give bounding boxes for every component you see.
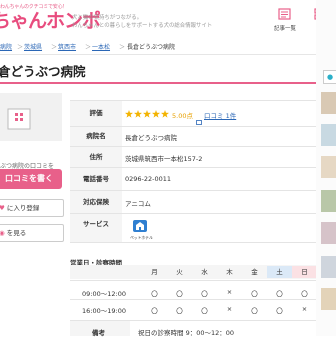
- insurance-label: 対応保険: [70, 191, 122, 213]
- name-label: 病院名: [70, 127, 122, 146]
- day-header: 水: [201, 268, 208, 276]
- hospital-name: 長倉どうぶつ病院: [125, 134, 177, 142]
- rail-article-thumbnail[interactable]: [321, 222, 336, 244]
- breadcrumb-separator: ＞: [119, 44, 126, 51]
- write-review-button[interactable]: 口コミを書く: [0, 169, 62, 189]
- article-list-icon: [278, 8, 291, 20]
- day-header: 月: [151, 268, 158, 276]
- pet-hotel-service: ペットホテル: [130, 217, 153, 240]
- rail-article-thumbnail[interactable]: [321, 124, 336, 146]
- hours-mark: ×: [226, 305, 233, 313]
- star-icon: [143, 110, 151, 118]
- title-underline: [0, 82, 316, 84]
- table-divider: [70, 299, 316, 300]
- hours-mark: 〇: [201, 290, 208, 298]
- day-header: 火: [176, 268, 183, 276]
- rail-article-thumbnail[interactable]: [321, 256, 336, 278]
- hours-mark: ×: [301, 305, 308, 313]
- heart-icon: ♥: [0, 204, 5, 212]
- hours-mark: ×: [226, 288, 233, 296]
- breadcrumb-item-city[interactable]: 筑西市: [58, 42, 76, 51]
- header-subtagline: わんちゃんとの暮らしをサポートする犬の総合情報サイト: [72, 23, 213, 29]
- day-header-sunday: 日: [292, 266, 317, 278]
- hours-mark: 〇: [251, 290, 258, 298]
- hours-time: 16:00～19:00: [82, 307, 126, 315]
- comment-icon: [196, 111, 202, 125]
- paw-icon: ●: [326, 73, 334, 81]
- rating-label: 評価: [70, 101, 122, 126]
- article-list-label: 記事一覧: [273, 26, 296, 32]
- favorite-button[interactable]: ♥ に入り登録: [0, 199, 64, 217]
- phone-label: 電話番号: [70, 168, 122, 190]
- rating-score: 5.00点: [172, 112, 193, 120]
- hours-mark: 〇: [151, 307, 158, 315]
- star-icon: [152, 110, 160, 118]
- breadcrumb-separator: ＞: [85, 44, 92, 51]
- table-divider: [70, 242, 316, 243]
- eye-icon: ◉: [0, 229, 5, 237]
- breadcrumb-item-current: 長倉どうぶつ病院: [127, 44, 176, 51]
- hours-mark: 〇: [176, 290, 183, 298]
- rail-heart-button[interactable]: ●: [323, 70, 336, 84]
- rail-article-thumbnail[interactable]: [321, 92, 336, 114]
- star-icon: [134, 110, 142, 118]
- hospital-phone: 0296-22-0011: [125, 175, 172, 183]
- table-divider: [70, 280, 316, 281]
- address-label: 住所: [70, 147, 122, 167]
- breadcrumb-item-hospital[interactable]: 病院: [0, 42, 12, 51]
- breadcrumb-separator: ＞: [17, 44, 24, 51]
- star-icon: [161, 110, 169, 118]
- star-icon: [125, 110, 133, 118]
- see-button[interactable]: ◉ を見る: [0, 224, 64, 242]
- breadcrumb-item-prefecture[interactable]: 茨城県: [24, 42, 42, 51]
- hospital-photo-placeholder: [0, 93, 62, 141]
- hours-mark: 〇: [301, 290, 308, 298]
- rail-article-thumbnail[interactable]: [321, 156, 336, 178]
- hours-mark: 〇: [276, 290, 283, 298]
- breadcrumb-item-area[interactable]: 一本松: [92, 42, 110, 51]
- day-header: 金: [251, 268, 258, 276]
- hospital-address: 茨城県筑西市一本松157-2: [125, 155, 203, 163]
- pet-hotel-label: ペットホテル: [130, 235, 153, 240]
- breadcrumb-separator: ＞: [51, 44, 58, 51]
- rail-article-thumbnail[interactable]: [321, 288, 336, 310]
- hours-time: 09:00～12:00: [82, 290, 126, 298]
- hours-mark: 〇: [151, 290, 158, 298]
- review-count-link[interactable]: 口コミ 1件: [204, 110, 236, 120]
- header-tagline: 犬と猫の気持ちがつながる。: [72, 15, 143, 21]
- page-title: 倉どうぶつ病院: [0, 64, 86, 79]
- day-header: 木: [226, 268, 233, 276]
- favorite-label: に入り登録: [6, 204, 40, 212]
- insurance-value: アニコム: [125, 200, 151, 208]
- see-label: を見る: [6, 229, 27, 237]
- hospital-icon: [7, 108, 31, 130]
- day-header-saturday: 土: [267, 266, 292, 278]
- write-review-label: 口コミを書く: [5, 174, 53, 183]
- hours-mark: 〇: [276, 307, 283, 315]
- service-label: サービス: [70, 214, 122, 242]
- hours-mark: 〇: [201, 307, 208, 315]
- hours-mark: 〇: [251, 307, 258, 315]
- article-list-button[interactable]: 記事一覧: [270, 4, 300, 34]
- rail-article-thumbnail[interactable]: [321, 190, 336, 212]
- pet-hotel-icon: [133, 220, 147, 232]
- hours-mark: 〇: [176, 307, 183, 315]
